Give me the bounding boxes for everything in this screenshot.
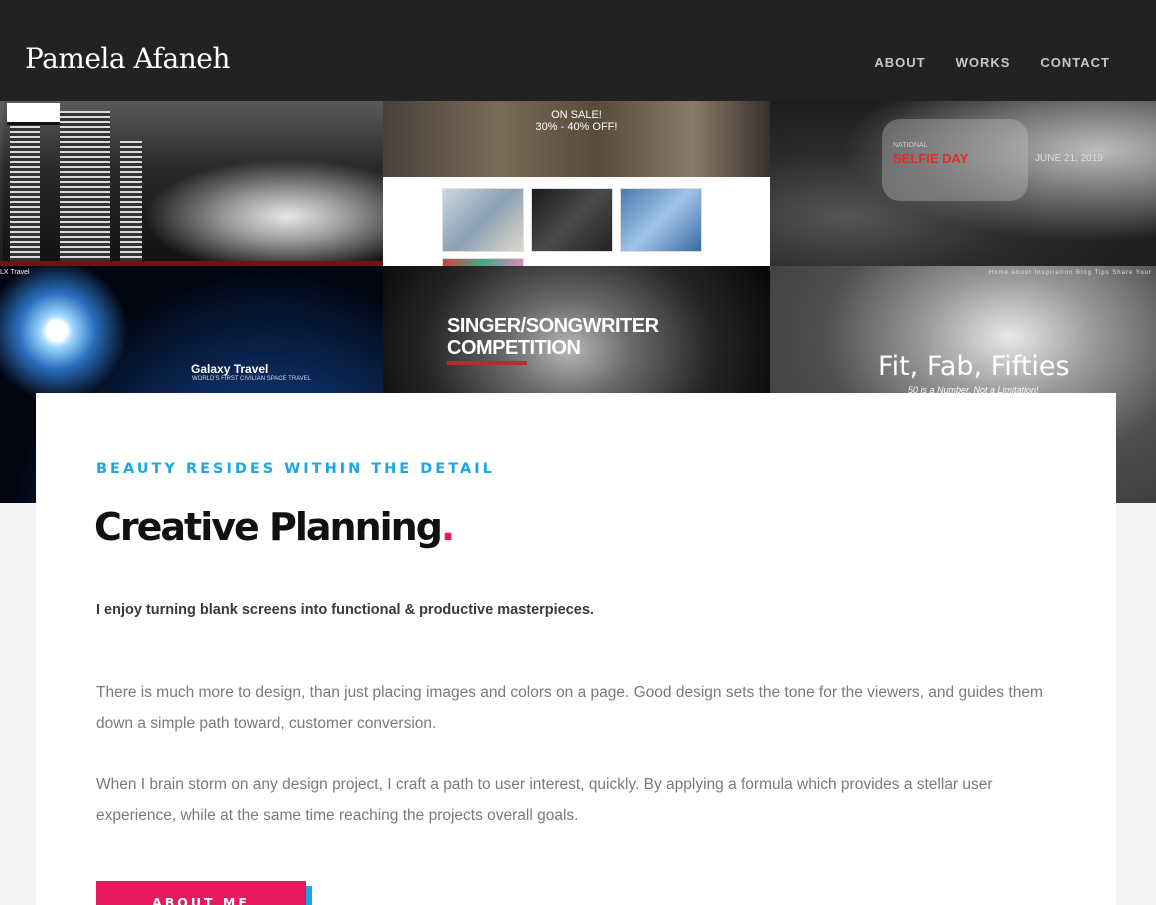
selfie-title: SELFIE DAY	[893, 151, 969, 166]
paragraph-2: When I brain storm on any design project…	[96, 776, 993, 824]
building-shape	[60, 111, 110, 261]
nav-contact[interactable]: CONTACT	[1040, 55, 1110, 70]
about-me-button[interactable]: ABOUT ME	[96, 881, 306, 905]
store-thumbnail	[620, 188, 702, 252]
galaxy-subtitle: WORLD'S FIRST CIVILIAN SPACE TRAVEL	[192, 376, 312, 382]
selfie-date: JUNE 21, 2019	[1035, 153, 1103, 164]
about-button-wrap: ABOUT ME	[96, 881, 312, 905]
nav-about[interactable]: ABOUT	[874, 55, 925, 70]
galaxy-label: LX Travel	[0, 269, 30, 276]
main-nav: ABOUT WORKS CONTACT	[874, 55, 1110, 70]
page-title: Creative Planning.	[94, 505, 456, 549]
nav-works[interactable]: WORKS	[956, 55, 1011, 70]
eyebrow-text: BEAUTY RESIDES WITHIN THE DETAIL	[96, 461, 495, 477]
building-shape	[10, 121, 40, 261]
selfie-national: NATIONAL	[893, 142, 928, 149]
site-header: Pamela Afaneh ABOUT WORKS CONTACT	[0, 0, 1156, 101]
store-sale-line2: 30% - 40% OFF!	[535, 121, 618, 133]
paragraph-1: There is much more to design, than just …	[96, 684, 1043, 732]
headline-text: Creative Planning	[94, 505, 443, 549]
portfolio-tile-vegas[interactable]	[0, 101, 383, 266]
galaxy-title: Galaxy Travel	[191, 362, 269, 376]
headline-dot: .	[440, 505, 456, 549]
building-shape	[120, 141, 142, 261]
logo-badge	[7, 103, 60, 125]
site-logo[interactable]: Pamela Afaneh	[25, 42, 230, 75]
singer-line2: COMPETITION	[447, 337, 581, 359]
portfolio-tile-store[interactable]: ON SALE! 30% - 40% OFF!	[383, 101, 770, 266]
lead-text: I enjoy turning blank screens into funct…	[96, 602, 594, 618]
store-thumbnail	[531, 188, 613, 252]
singer-line1: SINGER/SONGWRITER	[447, 315, 659, 337]
portfolio-tile-selfie-day[interactable]: NATIONAL SELFIE DAY JUNE 21, 2019	[770, 101, 1156, 266]
store-thumbnail	[442, 258, 524, 266]
fit-menu: Home About Inspiration Blog Tips Share Y…	[988, 270, 1152, 276]
fit-title: Fit, Fab, Fifties	[878, 351, 1070, 382]
store-sale-line1: ON SALE!	[551, 109, 602, 121]
singer-accent-bar	[447, 361, 527, 365]
store-thumbnail	[442, 188, 524, 252]
intro-card: BEAUTY RESIDES WITHIN THE DETAIL Creativ…	[36, 393, 1116, 905]
